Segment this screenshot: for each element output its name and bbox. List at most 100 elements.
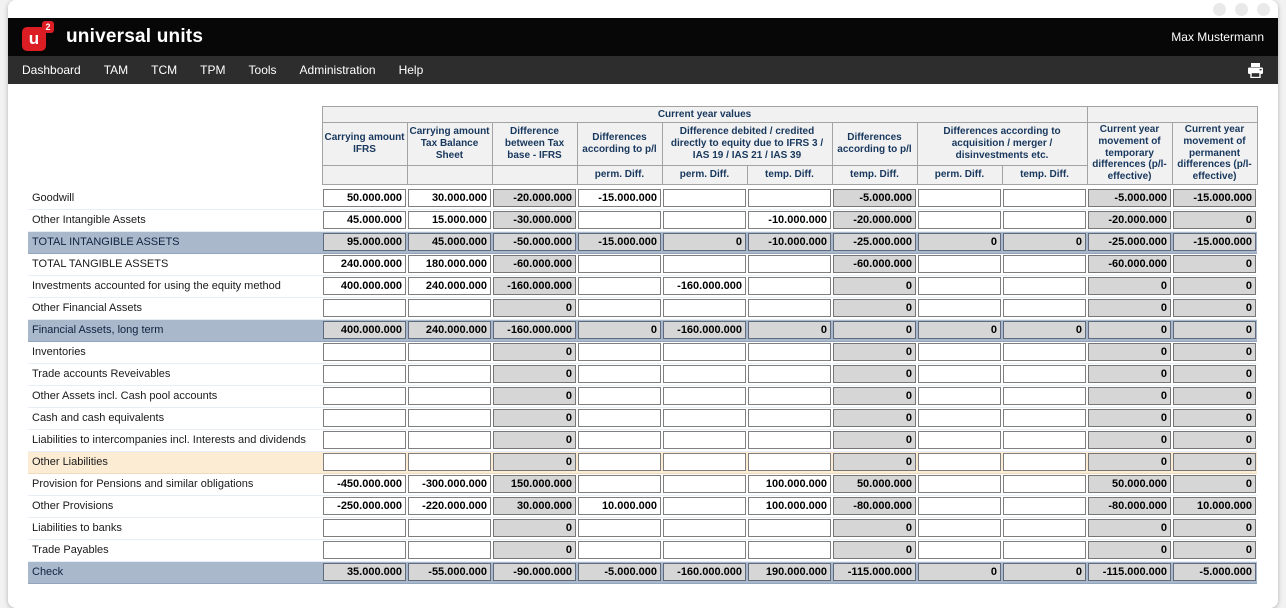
cell-input[interactable] <box>748 343 831 361</box>
cell-input[interactable] <box>663 409 746 427</box>
cell-input[interactable] <box>663 189 746 207</box>
cell-input[interactable] <box>663 431 746 449</box>
cell-input[interactable] <box>1003 189 1086 207</box>
nav-item-dashboard[interactable]: Dashboard <box>22 63 81 77</box>
cell-input[interactable] <box>918 409 1001 427</box>
cell-input[interactable] <box>323 409 406 427</box>
cell-input[interactable] <box>323 541 406 559</box>
cell-input[interactable] <box>578 541 661 559</box>
cell-input[interactable] <box>408 189 491 207</box>
cell-input[interactable] <box>1003 277 1086 295</box>
cell-input[interactable] <box>663 277 746 295</box>
cell-input[interactable] <box>663 343 746 361</box>
cell-input[interactable] <box>918 277 1001 295</box>
cell-input[interactable] <box>748 277 831 295</box>
cell-input[interactable] <box>578 519 661 537</box>
cell-input[interactable] <box>918 189 1001 207</box>
cell-input[interactable] <box>1003 519 1086 537</box>
current-user[interactable]: Max Mustermann <box>1171 30 1264 44</box>
cell-input[interactable] <box>663 387 746 405</box>
nav-item-help[interactable]: Help <box>399 63 424 77</box>
cell-input[interactable] <box>663 299 746 317</box>
cell-input[interactable] <box>663 519 746 537</box>
cell-input[interactable] <box>408 409 491 427</box>
cell-input[interactable] <box>408 343 491 361</box>
cell-input[interactable] <box>578 343 661 361</box>
cell-input[interactable] <box>748 255 831 273</box>
cell-input[interactable] <box>918 453 1001 471</box>
cell-input[interactable] <box>663 365 746 383</box>
cell-input[interactable] <box>578 431 661 449</box>
cell-input[interactable] <box>748 299 831 317</box>
cell-input[interactable] <box>578 497 661 515</box>
cell-input[interactable] <box>748 453 831 471</box>
nav-item-tcm[interactable]: TCM <box>151 63 177 77</box>
cell-input[interactable] <box>578 277 661 295</box>
cell-input[interactable] <box>323 365 406 383</box>
cell-input[interactable] <box>323 343 406 361</box>
cell-input[interactable] <box>1003 299 1086 317</box>
cell-input[interactable] <box>578 189 661 207</box>
cell-input[interactable] <box>408 453 491 471</box>
cell-input[interactable] <box>748 541 831 559</box>
cell-input[interactable] <box>408 431 491 449</box>
cell-input[interactable] <box>323 431 406 449</box>
cell-input[interactable] <box>918 343 1001 361</box>
cell-input[interactable] <box>1003 475 1086 493</box>
cell-input[interactable] <box>408 277 491 295</box>
cell-input[interactable] <box>578 211 661 229</box>
cell-input[interactable] <box>1003 497 1086 515</box>
cell-input[interactable] <box>408 255 491 273</box>
cell-input[interactable] <box>748 365 831 383</box>
cell-input[interactable] <box>748 431 831 449</box>
cell-input[interactable] <box>1003 365 1086 383</box>
cell-input[interactable] <box>408 475 491 493</box>
cell-input[interactable] <box>663 497 746 515</box>
print-button[interactable] <box>1247 63 1264 78</box>
nav-item-administration[interactable]: Administration <box>300 63 376 77</box>
nav-item-tools[interactable]: Tools <box>249 63 277 77</box>
cell-input[interactable] <box>918 299 1001 317</box>
cell-input[interactable] <box>1003 255 1086 273</box>
cell-input[interactable] <box>1003 541 1086 559</box>
cell-input[interactable] <box>918 431 1001 449</box>
cell-input[interactable] <box>663 211 746 229</box>
cell-input[interactable] <box>918 541 1001 559</box>
cell-input[interactable] <box>408 365 491 383</box>
cell-input[interactable] <box>748 519 831 537</box>
cell-input[interactable] <box>918 475 1001 493</box>
cell-input[interactable] <box>663 475 746 493</box>
cell-input[interactable] <box>918 255 1001 273</box>
cell-input[interactable] <box>578 453 661 471</box>
cell-input[interactable] <box>578 387 661 405</box>
cell-input[interactable] <box>323 475 406 493</box>
cell-input[interactable] <box>323 277 406 295</box>
cell-input[interactable] <box>323 387 406 405</box>
cell-input[interactable] <box>1003 387 1086 405</box>
cell-input[interactable] <box>323 497 406 515</box>
nav-item-tpm[interactable]: TPM <box>200 63 225 77</box>
cell-input[interactable] <box>1003 431 1086 449</box>
cell-input[interactable] <box>748 475 831 493</box>
cell-input[interactable] <box>408 541 491 559</box>
cell-input[interactable] <box>323 299 406 317</box>
cell-input[interactable] <box>323 211 406 229</box>
cell-input[interactable] <box>918 387 1001 405</box>
cell-input[interactable] <box>1003 409 1086 427</box>
cell-input[interactable] <box>408 211 491 229</box>
cell-input[interactable] <box>578 409 661 427</box>
cell-input[interactable] <box>578 299 661 317</box>
cell-input[interactable] <box>918 519 1001 537</box>
cell-input[interactable] <box>1003 343 1086 361</box>
cell-input[interactable] <box>408 299 491 317</box>
cell-input[interactable] <box>408 497 491 515</box>
cell-input[interactable] <box>323 453 406 471</box>
cell-input[interactable] <box>918 211 1001 229</box>
cell-input[interactable] <box>918 365 1001 383</box>
cell-input[interactable] <box>578 365 661 383</box>
cell-input[interactable] <box>323 519 406 537</box>
cell-input[interactable] <box>748 497 831 515</box>
cell-input[interactable] <box>1003 211 1086 229</box>
cell-input[interactable] <box>408 387 491 405</box>
cell-input[interactable] <box>748 409 831 427</box>
